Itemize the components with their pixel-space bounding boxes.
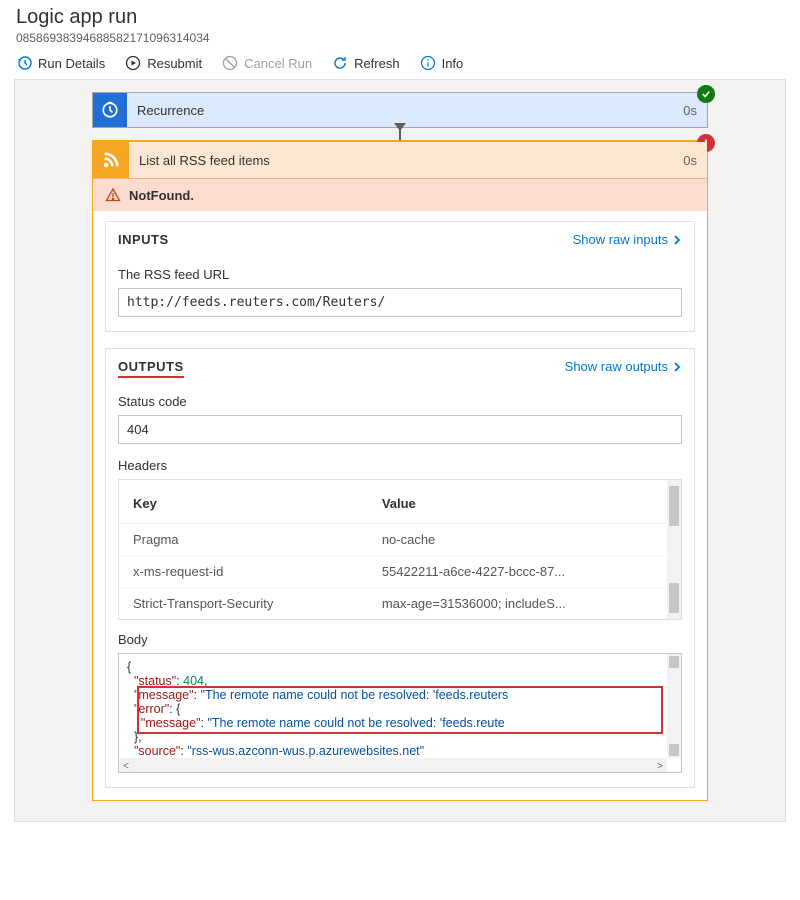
show-raw-outputs-link[interactable]: Show raw outputs bbox=[565, 359, 682, 374]
error-bar: NotFound. bbox=[93, 178, 707, 211]
inputs-section: INPUTS Show raw inputs The RSS feed URL … bbox=[105, 221, 695, 332]
action-rss-card: List all RSS feed items 0s NotFound. INP… bbox=[92, 140, 708, 801]
headers-col-value: Value bbox=[368, 480, 681, 524]
resubmit-label: Resubmit bbox=[147, 56, 202, 71]
info-icon bbox=[420, 55, 436, 71]
status-code-value: 404 bbox=[118, 415, 682, 444]
headers-table: Key Value Pragmano-cache x-ms-request-id… bbox=[118, 479, 682, 620]
status-code-label: Status code bbox=[118, 394, 682, 409]
toolbar: Run Details Resubmit Cancel Run Refresh … bbox=[16, 55, 784, 79]
rss-url-value: http://feeds.reuters.com/Reuters/ bbox=[118, 288, 682, 317]
scrollbar-vertical[interactable] bbox=[667, 654, 681, 758]
show-raw-inputs-link[interactable]: Show raw inputs bbox=[573, 232, 682, 247]
outputs-label: OUTPUTS bbox=[118, 359, 184, 374]
error-text: NotFound. bbox=[129, 188, 194, 203]
history-icon bbox=[16, 55, 32, 71]
body-label: Body bbox=[118, 632, 682, 647]
refresh-icon bbox=[332, 55, 348, 71]
header-value: 55422211-a6ce-4227-bccc-87... bbox=[368, 556, 681, 588]
refresh-button[interactable]: Refresh bbox=[332, 55, 400, 71]
trigger-duration: 0s bbox=[673, 103, 707, 118]
chevron-right-icon bbox=[672, 235, 682, 245]
table-row: Strict-Transport-Securitymax-age=3153600… bbox=[119, 588, 681, 620]
chevron-right-icon bbox=[672, 362, 682, 372]
header-value: max-age=31536000; includeS... bbox=[368, 588, 681, 620]
cancel-run-label: Cancel Run bbox=[244, 56, 312, 71]
header-key: Pragma bbox=[119, 524, 368, 556]
scrollbar-vertical[interactable] bbox=[667, 480, 681, 619]
table-row: x-ms-request-id55422211-a6ce-4227-bccc-8… bbox=[119, 556, 681, 588]
run-details-button[interactable]: Run Details bbox=[16, 55, 105, 71]
table-row: Pragmano-cache bbox=[119, 524, 681, 556]
header-key: x-ms-request-id bbox=[119, 556, 368, 588]
outputs-section: OUTPUTS Show raw outputs Status code 404… bbox=[105, 348, 695, 788]
inputs-label: INPUTS bbox=[118, 232, 169, 247]
rss-icon bbox=[93, 142, 129, 178]
json-key: "source" bbox=[134, 744, 180, 758]
header-value: no-cache bbox=[368, 524, 681, 556]
refresh-label: Refresh bbox=[354, 56, 400, 71]
show-raw-inputs-label: Show raw inputs bbox=[573, 232, 668, 247]
run-details-label: Run Details bbox=[38, 56, 105, 71]
clock-icon bbox=[93, 93, 127, 127]
action-duration: 0s bbox=[673, 153, 707, 168]
status-badge-success bbox=[697, 85, 715, 103]
header-key: Strict-Transport-Security bbox=[119, 588, 368, 620]
action-title[interactable]: List all RSS feed items bbox=[129, 153, 673, 168]
designer-canvas: Recurrence 0s List all RSS feed items 0s bbox=[14, 79, 786, 822]
warning-icon bbox=[105, 187, 121, 203]
page-title: Logic app run bbox=[16, 6, 784, 29]
check-icon bbox=[701, 89, 711, 99]
scrollbar-horizontal[interactable]: < > bbox=[119, 758, 667, 772]
resubmit-icon bbox=[125, 55, 141, 71]
body-json-viewer[interactable]: { "status": 404, "message": "The remote … bbox=[118, 653, 682, 773]
info-button[interactable]: Info bbox=[420, 55, 464, 71]
connector-arrow bbox=[399, 130, 401, 138]
run-id: 08586938394688582171096314034 bbox=[16, 31, 784, 45]
trigger-title: Recurrence bbox=[127, 103, 673, 118]
show-raw-outputs-label: Show raw outputs bbox=[565, 359, 668, 374]
cancel-run-button: Cancel Run bbox=[222, 55, 312, 71]
highlight-box bbox=[137, 686, 663, 734]
json-string: "rss-wus.azconn-wus.p.azurewebsites.net" bbox=[187, 744, 424, 758]
resubmit-button[interactable]: Resubmit bbox=[125, 55, 202, 71]
cancel-icon bbox=[222, 55, 238, 71]
rss-url-label: The RSS feed URL bbox=[118, 267, 682, 282]
headers-label: Headers bbox=[118, 458, 682, 473]
headers-col-key: Key bbox=[119, 480, 368, 524]
info-label: Info bbox=[442, 56, 464, 71]
